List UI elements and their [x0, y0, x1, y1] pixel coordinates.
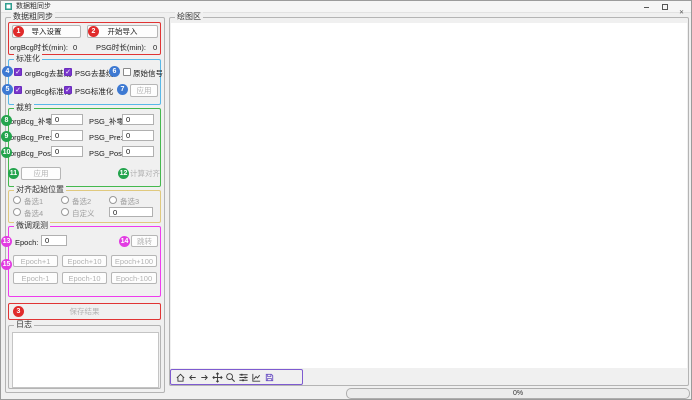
psg-detrend-checkbox[interactable]: ✓	[64, 68, 72, 76]
psg-detrend-label: PSG去基线	[75, 69, 113, 78]
badge-1: 1	[13, 26, 24, 37]
badge-14: 14	[119, 236, 130, 247]
customize-icon[interactable]	[251, 372, 262, 383]
epoch-plus10-button[interactable]: Epoch+10	[62, 255, 107, 267]
progress-text: 0%	[513, 390, 523, 397]
psg-pre-label: PSG_Pre:	[89, 133, 123, 142]
normalize-apply-button[interactable]: 应用	[130, 84, 158, 97]
psg-post-label: PSG_Post:	[89, 149, 126, 158]
epoch-label: Epoch:	[15, 238, 38, 247]
orgbcg-post-input[interactable]: 0	[51, 146, 83, 157]
crop-title: 裁剪	[14, 103, 34, 113]
window-title: 数据粗同步	[16, 1, 51, 12]
app-icon	[5, 3, 12, 10]
badge-11: 11	[8, 168, 19, 179]
psg-pre-input[interactable]: 0	[122, 130, 154, 141]
raw-signal-checkbox[interactable]	[123, 68, 131, 76]
orgbcg-normalize-checkbox[interactable]: ✓	[14, 86, 22, 94]
badge-13: 13	[1, 236, 12, 247]
subplots-icon[interactable]	[238, 372, 249, 383]
zoom-icon[interactable]	[225, 372, 236, 383]
align-option2-radio[interactable]	[61, 196, 69, 204]
progress-bar: 0%	[346, 388, 690, 399]
jump-button[interactable]: 跳转	[131, 235, 158, 247]
normalize-title: 标准化	[14, 54, 42, 64]
badge-3: 3	[13, 306, 24, 317]
forward-icon[interactable]	[199, 372, 210, 383]
epoch-minus100-button[interactable]: Epoch-100	[111, 272, 157, 284]
psg-normalize-checkbox[interactable]: ✓	[64, 86, 72, 94]
log-title: 日志	[14, 320, 34, 330]
badge-2: 2	[88, 26, 99, 37]
plot-toolbar	[170, 369, 303, 385]
badge-8: 8	[1, 115, 12, 126]
plot-area-title: 绘图区	[175, 12, 203, 22]
log-box: 日志	[8, 325, 161, 389]
psg-pad-label: PSG_补零:	[89, 117, 126, 126]
maximize-button[interactable]	[656, 1, 673, 12]
badge-6: 6	[109, 66, 120, 77]
finetune-title: 微调观测	[14, 221, 50, 231]
epoch-plus100-button[interactable]: Epoch+100	[111, 255, 157, 267]
badge-10: 10	[1, 147, 12, 158]
log-textarea[interactable]	[12, 332, 159, 388]
orgbcg-duration-value: 0	[73, 43, 77, 52]
title-bar: 数据粗同步 ✕	[1, 1, 691, 13]
epoch-plus1-button[interactable]: Epoch+1	[13, 255, 58, 267]
badge-15: 15	[1, 259, 12, 270]
back-icon[interactable]	[187, 372, 198, 383]
badge-7: 7	[117, 84, 128, 95]
align-option4-label: 备选4	[24, 209, 43, 218]
save-figure-icon[interactable]	[264, 372, 275, 383]
badge-4: 4	[2, 66, 13, 77]
left-panel-title: 数据粗同步	[11, 12, 55, 22]
align-option3-radio[interactable]	[109, 196, 117, 204]
close-icon: ✕	[679, 10, 684, 16]
badge-5: 5	[2, 84, 13, 95]
pan-icon[interactable]	[212, 372, 223, 383]
minimize-button[interactable]	[638, 1, 655, 12]
orgbcg-pre-label: orgBcg_Pre:	[10, 133, 52, 142]
badge-9: 9	[1, 131, 12, 142]
orgbcg-pad-input[interactable]: 0	[51, 114, 83, 125]
epoch-minus1-button[interactable]: Epoch-1	[13, 272, 58, 284]
raw-signal-label: 原始信号	[133, 69, 163, 78]
plot-canvas[interactable]	[171, 23, 687, 368]
normalize-box: 标准化	[8, 59, 161, 105]
orgbcg-duration-label: orgBcg时长(min):	[10, 43, 68, 52]
align-option2-label: 备选2	[72, 197, 91, 206]
orgbcg-detrend-checkbox[interactable]: ✓	[14, 68, 22, 76]
psg-duration-label: PSG时长(min):	[96, 43, 146, 52]
align-option1-label: 备选1	[24, 197, 43, 206]
epoch-input[interactable]: 0	[41, 235, 67, 246]
close-button[interactable]: ✕	[673, 1, 690, 12]
align-start-title: 对齐起始位置	[14, 185, 66, 195]
home-icon[interactable]	[175, 372, 186, 383]
align-custom-input[interactable]: 0	[109, 207, 153, 217]
psg-post-input[interactable]: 0	[122, 146, 154, 157]
psg-normalize-label: PSG标准化	[75, 87, 113, 96]
align-option4-radio[interactable]	[13, 208, 21, 216]
badge-12: 12	[118, 168, 129, 179]
align-option3-label: 备选3	[120, 197, 139, 206]
minimize-icon	[644, 7, 649, 8]
maximize-icon	[662, 4, 668, 10]
align-custom-label: 自定义	[72, 209, 95, 218]
orgbcg-post-label: orgBcg_Post:	[10, 149, 55, 158]
align-custom-radio[interactable]	[61, 208, 69, 216]
align-option1-radio[interactable]	[13, 196, 21, 204]
calc-align-button[interactable]: 计算对齐	[129, 167, 161, 180]
crop-apply-button[interactable]: 应用	[21, 167, 61, 180]
psg-duration-value: 0	[153, 43, 157, 52]
orgbcg-pre-input[interactable]: 0	[51, 130, 83, 141]
app-window: 数据粗同步 ✕ 数据粗同步 导入设置 开始导入 1 2 orgBcg时长(min…	[0, 0, 692, 400]
psg-pad-input[interactable]: 0	[122, 114, 154, 125]
orgbcg-pad-label: orgBcg_补零:	[10, 117, 55, 126]
save-results-button[interactable]: 保存结果	[10, 304, 159, 318]
epoch-minus10-button[interactable]: Epoch-10	[62, 272, 107, 284]
